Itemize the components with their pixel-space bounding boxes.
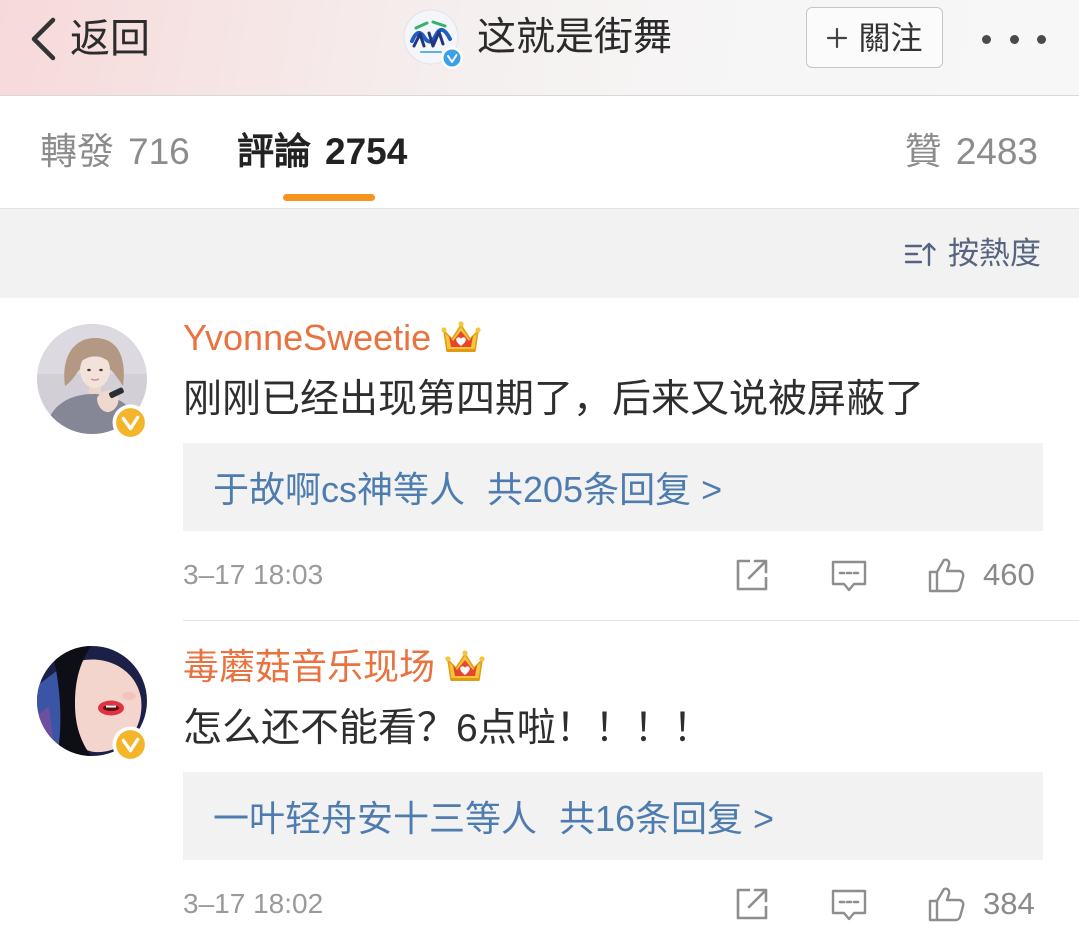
tab-label: 評論: [237, 131, 311, 172]
follow-button[interactable]: 關注: [806, 7, 943, 68]
tab-count: 2754: [325, 131, 408, 172]
thumbs-up-icon: [928, 558, 965, 593]
comment-item: YvonneSweetie 刚刚已经出现第四期了，后来又说被屏蔽了 于故啊cs神…: [0, 297, 1079, 620]
more-dot: [982, 34, 991, 44]
back-button[interactable]: 返回: [26, 13, 150, 65]
account-header[interactable]: 这就是街舞: [403, 8, 673, 69]
follow-label: 關注: [858, 19, 923, 56]
chevron-left-icon: [31, 17, 56, 61]
replies-link[interactable]: 于故啊cs神等人 共205条回复 >: [183, 443, 1043, 531]
active-tab-indicator: [283, 194, 375, 201]
username-row: 毒蘑菇音乐现场: [183, 645, 485, 689]
verified-blue-icon: [441, 47, 463, 69]
comment-text: 刚刚已经出现第四期了，后来又说被屏蔽了: [183, 378, 925, 421]
comment-time: 3–17 18:02: [183, 888, 324, 919]
more-dots-icon[interactable]: [982, 29, 1046, 49]
tab-comments[interactable]: 評論 2754: [237, 129, 407, 175]
reply-users: 一叶轻舟安十三等人: [213, 798, 538, 839]
sort-icon: [904, 242, 936, 267]
tab-label: 贊: [904, 131, 942, 172]
username-row: YvonneSweetie: [183, 316, 481, 360]
share-icon[interactable]: [733, 556, 771, 594]
like-button[interactable]: 460: [926, 553, 1035, 597]
comment-icon[interactable]: [830, 885, 868, 923]
comments-screen: 返回 这就是街舞 關注 轉發 716 評論 2754 贊 2483 按熱度 Yv…: [0, 0, 1079, 930]
comment-icon[interactable]: [830, 556, 868, 594]
back-label: 返回: [70, 17, 150, 61]
tab-count: 716: [128, 131, 190, 172]
plus-icon: [827, 27, 848, 48]
tab-likes[interactable]: 贊 2483: [905, 129, 1038, 175]
reply-count: 共205条回复 >: [487, 469, 723, 510]
like-count: 460: [983, 557, 1035, 592]
sort-label: 按熱度: [948, 236, 1041, 271]
crown-icon: [441, 321, 481, 352]
like-count: 384: [983, 886, 1035, 921]
more-dot: [1009, 34, 1019, 44]
replies-link[interactable]: 一叶轻舟安十三等人 共16条回复 >: [183, 772, 1043, 860]
verified-gold-icon: [112, 726, 149, 763]
reply-users: 于故啊cs神等人: [213, 469, 466, 510]
tab-reposts[interactable]: 轉發 716: [40, 129, 190, 175]
comment-time: 3–17 18:03: [183, 559, 324, 590]
account-title: 这就是街舞: [477, 16, 673, 59]
thumbs-up-icon: [928, 887, 965, 922]
comment-text: 怎么还不能看？6点啦！！！！: [183, 707, 712, 750]
top-nav-bar: 返回 这就是街舞 關注: [0, 0, 1079, 96]
tab-label: 轉發: [40, 131, 114, 172]
reply-count: 共16条回复 >: [559, 798, 775, 839]
verified-gold-icon: [112, 404, 149, 441]
account-avatar: [403, 9, 463, 69]
share-icon[interactable]: [733, 885, 771, 923]
more-dot: [1037, 34, 1046, 44]
username[interactable]: 毒蘑菇音乐现场: [183, 645, 435, 689]
tab-bar: 轉發 716 評論 2754 贊 2483: [0, 96, 1079, 209]
sort-bar: 按熱度: [0, 209, 1079, 298]
crown-icon: [445, 650, 485, 681]
comment-item: 毒蘑菇音乐现场 怎么还不能看？6点啦！！！！ 一叶轻舟安十三等人 共16条回复 …: [0, 626, 1079, 930]
like-button[interactable]: 384: [926, 882, 1035, 926]
tab-count: 2483: [955, 131, 1038, 172]
sort-button[interactable]: 按熱度: [904, 234, 1041, 274]
username[interactable]: YvonneSweetie: [183, 316, 431, 360]
comment-divider: [183, 620, 1079, 621]
